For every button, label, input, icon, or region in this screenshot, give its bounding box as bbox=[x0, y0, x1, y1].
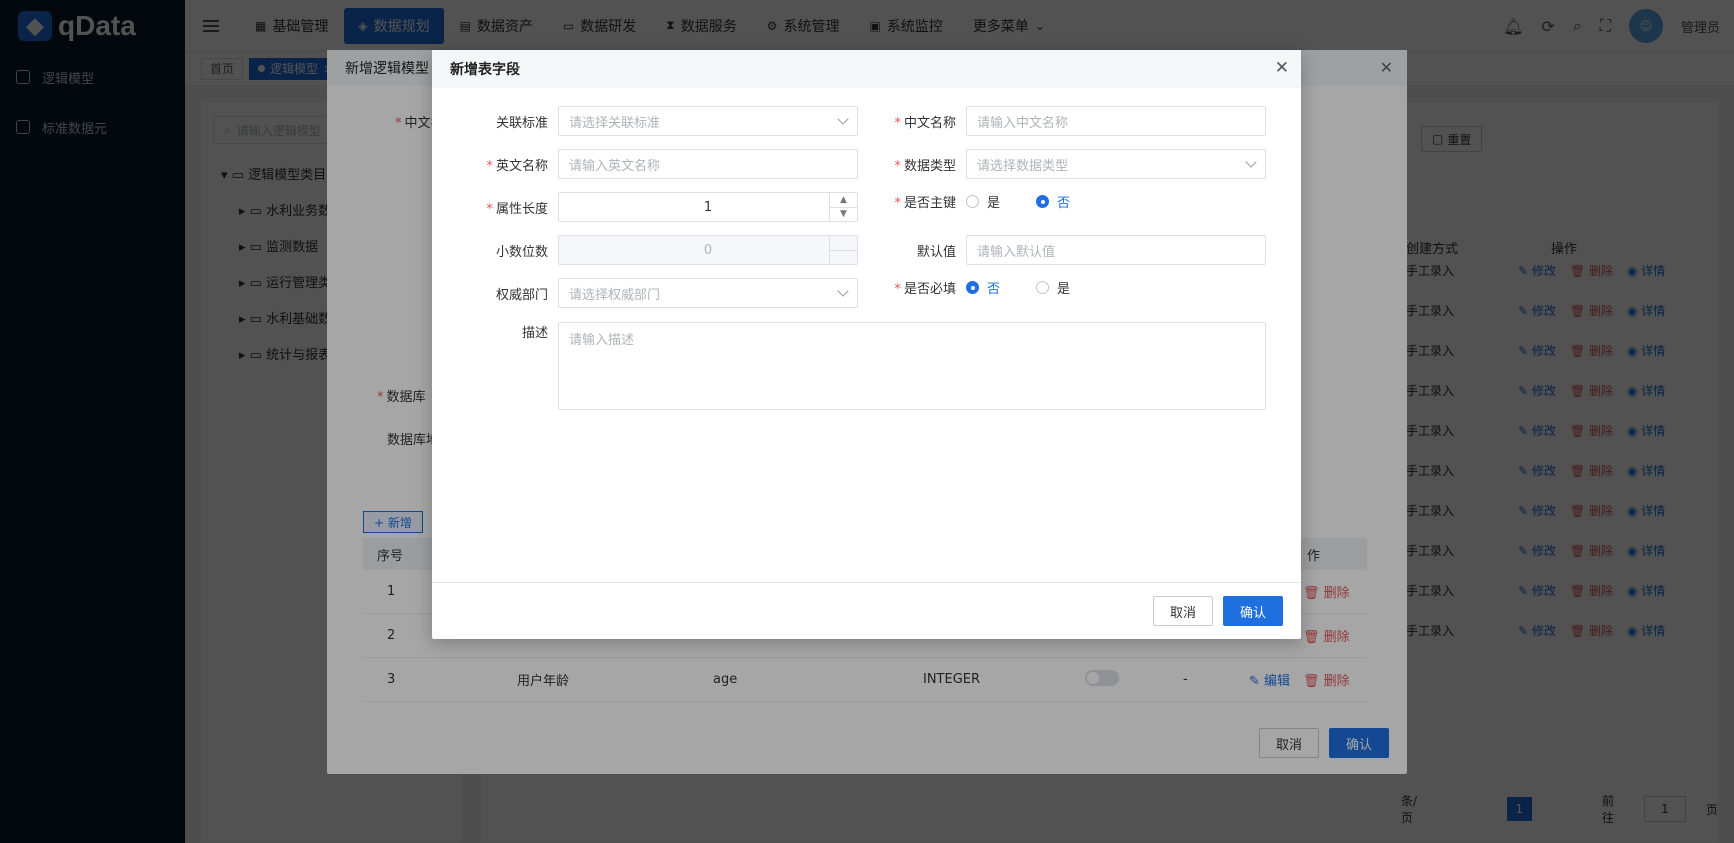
label-text: 数据类型 bbox=[903, 158, 956, 174]
dialog-footer: 取消 确认 bbox=[432, 582, 1301, 639]
decimal-label: 小数位数 bbox=[495, 244, 548, 260]
cn-name-input[interactable]: 请输入中文名称 bbox=[966, 106, 1266, 136]
decrement-icon[interactable]: ▼ bbox=[830, 208, 857, 222]
chevron-down-icon bbox=[1245, 156, 1257, 168]
form-row-assoc-standard: 关联标准 请选择关联标准 bbox=[478, 106, 858, 136]
stepper-value: 1 bbox=[703, 199, 713, 215]
cn-name-label: * 中文名称 bbox=[894, 115, 956, 131]
authority-dept-label: 权威部门 bbox=[495, 287, 548, 303]
increment-icon[interactable]: ▲ bbox=[830, 193, 857, 208]
radio-checked-icon bbox=[1036, 195, 1050, 208]
radio-icon bbox=[966, 195, 979, 208]
label-text: 英文名称 bbox=[495, 158, 548, 174]
add-table-field-dialog: 新增表字段 ✕ 关联标准 请选择关联标准 * 中文名称 请输入中文名称 * 英文名称… bbox=[432, 50, 1301, 639]
select-placeholder: 请选择数据类型 bbox=[977, 158, 1069, 174]
default-value-input[interactable]: 请输入默认值 bbox=[966, 235, 1266, 265]
stepper-value: 0 bbox=[703, 242, 713, 258]
chevron-down-icon bbox=[837, 113, 849, 125]
textarea-placeholder: 请输入描述 bbox=[569, 333, 635, 348]
decrement-icon bbox=[830, 251, 857, 265]
input-placeholder: 请输入默认值 bbox=[977, 244, 1056, 260]
is-pk-radio-no[interactable]: 否 bbox=[1036, 192, 1070, 211]
form-row-decimal: 小数位数 0 bbox=[478, 235, 858, 265]
attr-length-stepper[interactable]: 1 ▲ ▼ bbox=[558, 192, 858, 222]
stepper-controls: ▲ ▼ bbox=[829, 193, 857, 221]
label-text: 中文名称 bbox=[903, 115, 956, 131]
default-value-label: 默认值 bbox=[916, 244, 956, 260]
radio-checked-icon bbox=[966, 281, 979, 294]
form-row-is-pk: * 是否主键 是 否 bbox=[886, 192, 1106, 211]
select-placeholder: 请选择关联标准 bbox=[569, 115, 661, 131]
desc-textarea[interactable]: 请输入描述 bbox=[558, 322, 1266, 410]
select-placeholder: 请选择权威部门 bbox=[569, 287, 661, 303]
close-icon[interactable]: ✕ bbox=[1275, 58, 1289, 78]
label-text: 是否主键 bbox=[903, 196, 956, 211]
form-row-desc: 描述 bbox=[478, 322, 558, 341]
en-name-label: * 英文名称 bbox=[486, 158, 548, 174]
form-row-attr-length: * 属性长度 1 ▲ ▼ bbox=[478, 192, 858, 222]
radio-label: 是 bbox=[1057, 282, 1071, 297]
confirm-button[interactable]: 确认 bbox=[1222, 596, 1283, 626]
desc-label: 描述 bbox=[521, 326, 548, 341]
authority-dept-select[interactable]: 请选择权威部门 bbox=[558, 278, 858, 308]
radio-label: 否 bbox=[1057, 196, 1071, 211]
attr-length-label: * 属性长度 bbox=[486, 201, 548, 217]
data-type-label: * 数据类型 bbox=[894, 158, 956, 174]
input-placeholder: 请输入中文名称 bbox=[977, 115, 1069, 131]
form-row-data-type: * 数据类型 请选择数据类型 bbox=[886, 149, 1266, 179]
required-label: * 是否必填 bbox=[894, 282, 956, 297]
assoc-standard-label: 关联标准 bbox=[495, 115, 548, 131]
radio-label: 是 bbox=[987, 196, 1001, 211]
input-placeholder: 请输入英文名称 bbox=[569, 158, 661, 174]
label-text: 是否必填 bbox=[903, 282, 956, 297]
required-radio-no[interactable]: 否 bbox=[966, 278, 1000, 297]
dialog-title: 新增表字段 bbox=[432, 50, 1301, 88]
is-pk-label: * 是否主键 bbox=[894, 196, 956, 211]
chevron-down-icon bbox=[837, 285, 849, 297]
form-row-authority-dept: 权威部门 请选择权威部门 bbox=[478, 278, 858, 308]
en-name-input[interactable]: 请输入英文名称 bbox=[558, 149, 858, 179]
form-row-en-name: * 英文名称 请输入英文名称 bbox=[478, 149, 858, 179]
radio-icon bbox=[1036, 281, 1050, 294]
assoc-standard-select[interactable]: 请选择关联标准 bbox=[558, 106, 858, 136]
radio-label: 否 bbox=[987, 282, 1001, 297]
form-row-required: * 是否必填 否 是 bbox=[886, 278, 1106, 297]
form-row-default-value: 默认值 请输入默认值 bbox=[886, 235, 1266, 265]
data-type-select[interactable]: 请选择数据类型 bbox=[966, 149, 1266, 179]
required-radio-yes[interactable]: 是 bbox=[1036, 278, 1070, 297]
form-row-cn-name: * 中文名称 请输入中文名称 bbox=[886, 106, 1266, 136]
cancel-button[interactable]: 取消 bbox=[1152, 596, 1213, 626]
stepper-controls bbox=[829, 236, 857, 264]
is-pk-radio-yes[interactable]: 是 bbox=[966, 192, 1000, 211]
decimal-stepper: 0 bbox=[558, 235, 858, 265]
increment-icon bbox=[830, 236, 857, 251]
label-text: 属性长度 bbox=[495, 201, 548, 217]
